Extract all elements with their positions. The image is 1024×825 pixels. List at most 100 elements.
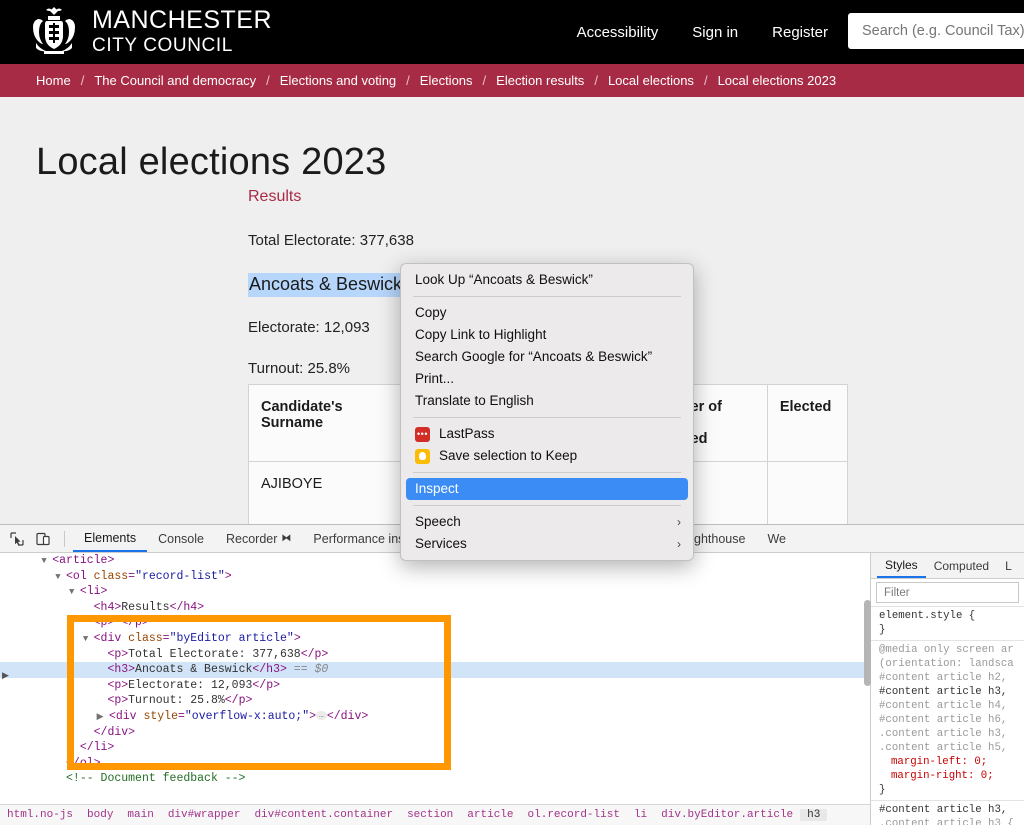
dom-breadcrumb-section[interactable]: section (400, 809, 460, 821)
menu-item-lastpass[interactable]: ••• LastPass (401, 423, 693, 445)
elements-dom-tree-pane[interactable]: ▼ <article> ▼ <ol class="record-list"> ▼… (0, 553, 870, 804)
styles-filter-input[interactable]: Filter (876, 582, 1019, 603)
search-input[interactable] (848, 13, 1024, 49)
expand-caret-icon[interactable]: ▼ (55, 572, 66, 582)
expand-caret-icon[interactable]: ▼ (69, 587, 80, 597)
collapse-caret-icon[interactable]: ▶ (97, 712, 109, 722)
dom-segment-cm: <!-- Document feedback --> (66, 772, 246, 786)
dom-breadcrumb-body[interactable]: body (80, 809, 120, 821)
dom-breadcrumb-div-content-container[interactable]: div#content.container (247, 809, 400, 821)
dom-breadcrumb-li[interactable]: li (627, 809, 654, 821)
devtools-tab-elements[interactable]: Elements (73, 525, 148, 552)
css-rules-list[interactable]: element.style {} @media only screen ar (or… (871, 606, 1024, 825)
menu-item-search-google-for-ancoats-beswick[interactable]: Search Google for “Ancoats & Beswick” (401, 346, 693, 368)
expand-caret-icon (69, 743, 80, 753)
expand-caret-icon[interactable]: ▼ (41, 556, 52, 566)
dom-tree-row[interactable]: ▼ <li> (0, 584, 870, 600)
menu-item-look-up-ancoats-beswick[interactable]: Look Up “Ancoats & Beswick” (401, 269, 693, 291)
breadcrumb-item-elections[interactable]: Elections (420, 73, 473, 88)
breadcrumb-item-council[interactable]: The Council and democracy (94, 73, 256, 88)
dom-breadcrumb-article[interactable]: article (460, 809, 520, 821)
dom-tree-row[interactable]: <!-- Document feedback --> (0, 771, 870, 787)
dom-tree-row[interactable]: <h3>Ancoats & Beswick</h3> == $0 (0, 662, 870, 678)
dom-tree-row[interactable]: <p>Electorate: 12,093</p> (0, 678, 870, 694)
expand-caret-icon[interactable]: ▼ (83, 634, 94, 644)
dom-tree-row[interactable]: ▶ <div style="overflow-x:auto;">… </div> (0, 709, 870, 725)
breadcrumb-item-elections-voting[interactable]: Elections and voting (280, 73, 396, 88)
dom-segment-tg: <p> (107, 647, 129, 661)
dom-segment-tg: </div> (93, 725, 136, 739)
dom-breadcrumb-bar[interactable]: html.no-js body main div#wrapper div#content… (0, 804, 870, 825)
dom-tree-row[interactable]: ▼ <ol class="record-list"> (0, 569, 870, 585)
dom-breadcrumb-html-no-js[interactable]: html.no-js (0, 809, 80, 821)
dom-segment-av: "record-list" (135, 569, 225, 583)
dom-tree-row[interactable]: </div> (0, 725, 870, 741)
css-rule-block[interactable]: @media only screen ar (orientation: lands… (871, 640, 1024, 800)
site-brand[interactable]: MANCHESTER CITY COUNCIL (28, 3, 272, 59)
context-menu[interactable]: Look Up “Ancoats & Beswick” Copy Copy Link… (400, 263, 694, 561)
dom-breadcrumb-div-byeditor-article[interactable]: div.byEditor.article (654, 809, 800, 821)
dom-tree-row[interactable]: ▼ <div class="byEditor article"> (0, 631, 870, 647)
dom-breadcrumb-h3[interactable]: h3 (800, 809, 828, 821)
breadcrumb-item-election-results[interactable]: Election results (496, 73, 584, 88)
css-rule-line: #content article h2, (879, 672, 1008, 684)
dom-segment-tx: Turnout: 25.8% (128, 694, 225, 708)
dom-tree[interactable]: ▼ <article> ▼ <ol class="record-list"> ▼… (0, 553, 870, 787)
nav-accessibility[interactable]: Accessibility (577, 24, 659, 41)
menu-item-speech[interactable]: Speech › (401, 511, 693, 533)
site-masthead: MANCHESTER CITY COUNCIL Accessibility Si… (0, 0, 1024, 64)
breadcrumb-item-local-elections[interactable]: Local elections (608, 73, 694, 88)
devtools-tab-console[interactable]: Console (147, 525, 215, 552)
dom-breadcrumb-ol-record-list[interactable]: ol.record-list (521, 809, 627, 821)
menu-item-services[interactable]: Services › (401, 533, 693, 555)
devtools-tab-label: We (767, 531, 786, 546)
menu-item-copy-link-to-highlight[interactable]: Copy Link to Highlight (401, 324, 693, 346)
brand-line-2: CITY COUNCIL (92, 34, 233, 56)
breadcrumb-item-home[interactable]: Home (36, 73, 71, 88)
css-rule-line: } (879, 784, 886, 796)
css-rule-block[interactable]: element.style {} (871, 606, 1024, 640)
styles-tab-styles[interactable]: Styles (877, 553, 926, 578)
dom-breadcrumb-div-wrapper[interactable]: div#wrapper (161, 809, 248, 821)
css-rule-line: margin-left: 0; (891, 756, 988, 768)
expand-caret-icon (55, 759, 66, 769)
menu-item-inspect[interactable]: Inspect (406, 478, 688, 500)
dom-segment-tg: > (293, 631, 301, 645)
nav-sign-in[interactable]: Sign in (692, 24, 738, 41)
devtools-tab-recorder[interactable]: Recorder ⧓ (215, 525, 302, 552)
menu-item-label: Copy (415, 305, 447, 320)
dom-tree-row[interactable]: </li> (0, 740, 870, 756)
menu-item-print[interactable]: Print... (401, 368, 693, 390)
dom-tree-row[interactable]: <h4>Results</h4> (0, 600, 870, 616)
ward-name-heading[interactable]: Ancoats & Beswick (248, 273, 404, 297)
menu-item-save-selection-to-keep[interactable]: Save selection to Keep (401, 445, 693, 467)
inspect-element-icon[interactable] (4, 527, 30, 551)
styles-tab-l[interactable]: L (997, 553, 1020, 578)
expand-caret-icon (97, 650, 108, 660)
dom-tree-scrollbar[interactable] (864, 600, 871, 686)
dom-tree-row[interactable]: <p>Turnout: 25.8%</p> (0, 693, 870, 709)
nav-register[interactable]: Register (772, 24, 828, 41)
menu-item-copy[interactable]: Copy (401, 302, 693, 324)
css-rule-line: element.style { (879, 610, 976, 622)
dom-tree-row[interactable]: <p>Total Electorate: 377,638</p> (0, 647, 870, 663)
cell-surname: AJIBOYE (247, 461, 410, 524)
css-rule-line: #content article h3, (879, 686, 1008, 698)
devtools-tab-we[interactable]: We (756, 525, 797, 552)
dom-segment-tg: <h3> (107, 663, 136, 677)
css-rule-block[interactable]: #content article h3, .content article h3 … (871, 800, 1024, 825)
styles-tab-computed[interactable]: Computed (926, 553, 997, 578)
expand-caret-icon[interactable]: ▶ (2, 670, 9, 681)
dom-breadcrumb-main[interactable]: main (120, 809, 160, 821)
breadcrumb-item-local-elections-2023[interactable]: Local elections 2023 (718, 73, 837, 88)
device-toolbar-icon[interactable] (30, 527, 56, 551)
dom-tree-row[interactable]: </ol> (0, 756, 870, 772)
dom-tree-row[interactable]: <p> </p> (0, 615, 870, 631)
menu-item-translate-to-english[interactable]: Translate to English (401, 390, 693, 412)
cell-elected (766, 461, 849, 524)
